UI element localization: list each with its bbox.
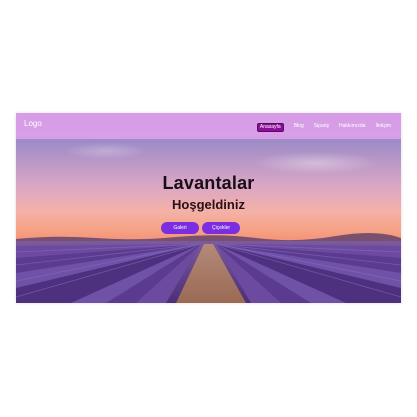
cicekler-button[interactable]: Çiçekler <box>202 222 240 234</box>
nav-item-iletisim[interactable]: İletişim <box>375 123 391 132</box>
hero-buttons: Galeri Çiçekler <box>161 222 240 234</box>
nav-menu: Anasayfa Blog Sipariş Hakkımızda İletişi… <box>247 123 391 132</box>
hero-subtitle: Hoşgeldiniz <box>172 197 245 212</box>
top-navbar: Logo Anasayfa Blog Sipariş Hakkımızda İl… <box>16 113 401 139</box>
nav-item-blog[interactable]: Blog <box>294 123 304 132</box>
logo[interactable]: Logo <box>24 119 42 128</box>
nav-item-siparis[interactable]: Sipariş <box>314 123 329 132</box>
website-frame: Logo Anasayfa Blog Sipariş Hakkımızda İl… <box>16 113 401 303</box>
nav-item-anasayfa[interactable]: Anasayfa <box>256 123 284 132</box>
galeri-button[interactable]: Galeri <box>161 222 199 234</box>
hero-title: Lavantalar <box>162 173 255 193</box>
nav-item-hakkimizda[interactable]: Hakkımızda <box>339 123 365 132</box>
